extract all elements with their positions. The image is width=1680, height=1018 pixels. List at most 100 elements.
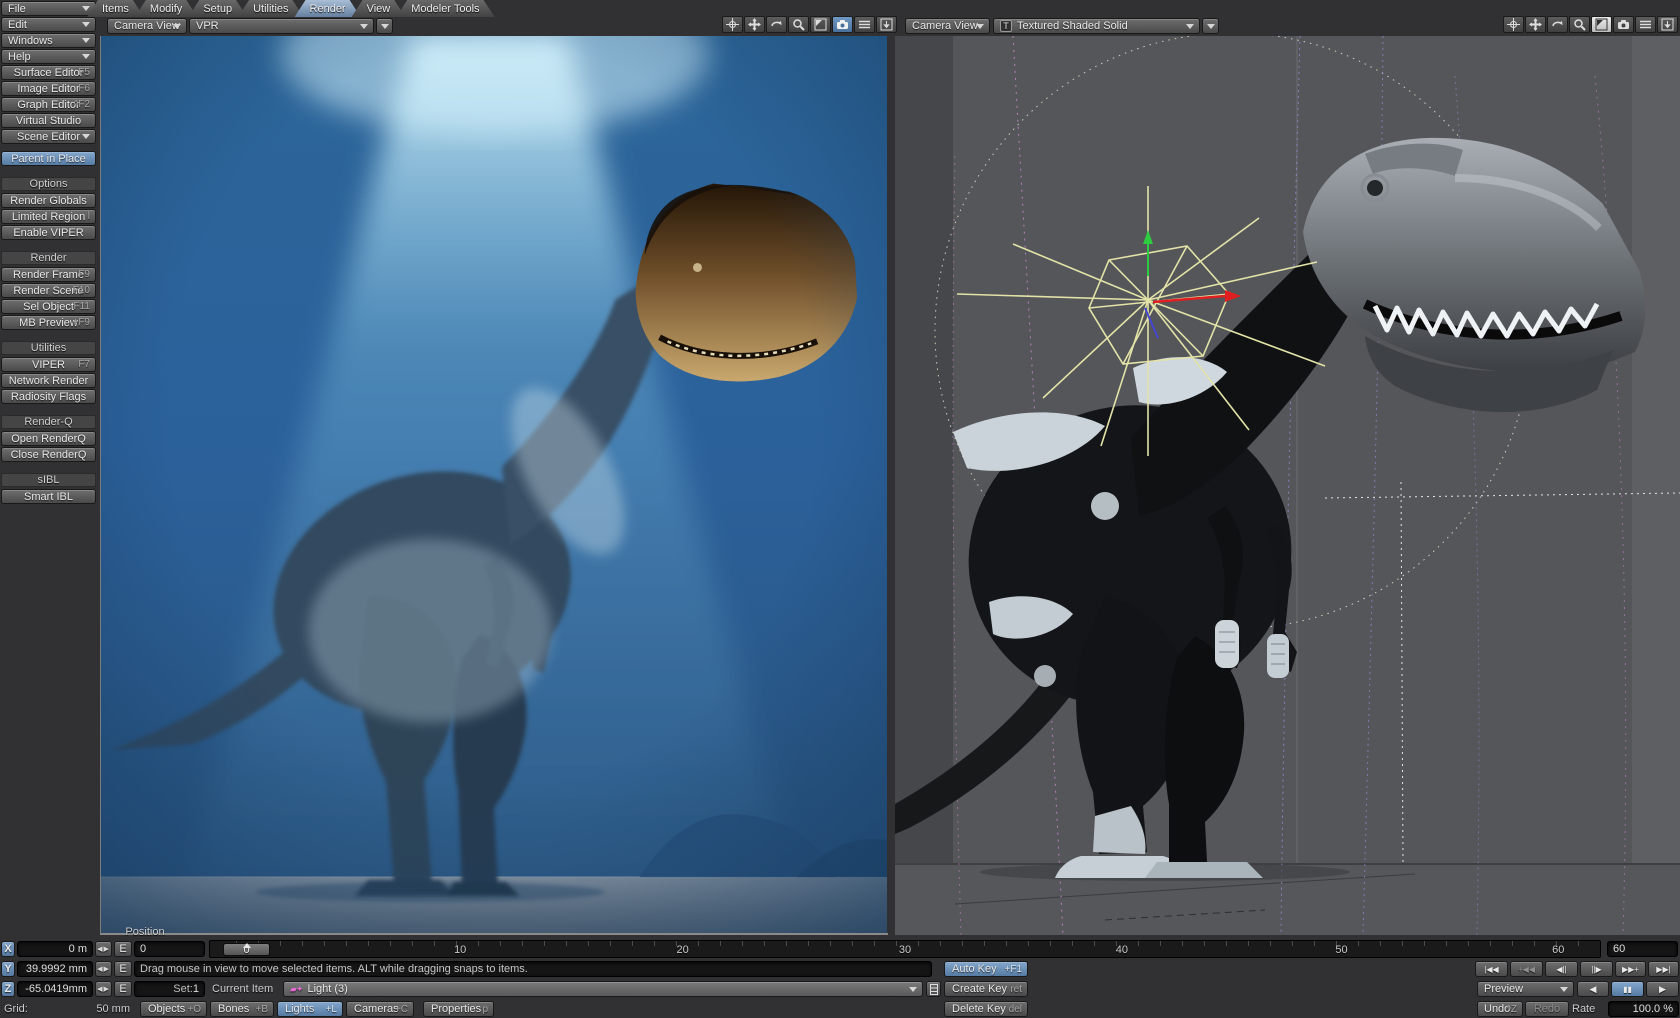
- step-back-button[interactable]: ◀||: [1545, 961, 1578, 977]
- position-y-field[interactable]: 39.9992 mm: [17, 961, 93, 977]
- z-envelope-button[interactable]: E: [114, 981, 132, 997]
- sidebar-item-radiosity-flags[interactable]: Radiosity Flags: [1, 389, 96, 404]
- chevron-down-icon: [909, 987, 917, 992]
- snapshot-icon[interactable]: [876, 16, 897, 33]
- go-to-end-button[interactable]: ▶▶|: [1648, 961, 1679, 977]
- sidebar-item-image-editor[interactable]: Image EditorF6: [1, 81, 96, 96]
- tab-utilities[interactable]: Utilities: [238, 0, 303, 17]
- x-envelope-button[interactable]: E: [114, 941, 132, 957]
- field-value: 60: [1613, 943, 1625, 955]
- position-z-field[interactable]: -65.0419mm: [17, 981, 93, 997]
- item-tab-bones[interactable]: Bones+B: [210, 1001, 274, 1017]
- sidebar-item-render-globals[interactable]: Render Globals: [1, 193, 96, 208]
- button-label: Open RenderQ: [11, 433, 86, 445]
- sidebar-item-mb-preview[interactable]: MB Preview+F9: [1, 315, 96, 330]
- frame-slider-handle[interactable]: 0: [223, 943, 270, 956]
- menu-file[interactable]: File: [1, 1, 96, 16]
- pan-view-icon[interactable]: [1525, 16, 1546, 33]
- menu-help[interactable]: Help: [1, 49, 96, 64]
- left-viewport-shading-select[interactable]: VPR: [189, 18, 374, 34]
- tab-label: View: [367, 3, 391, 15]
- z-stepper[interactable]: ◀▶: [95, 981, 112, 997]
- preview-dropdown[interactable]: Preview: [1477, 981, 1574, 997]
- sidebar-item-scene-editor[interactable]: Scene Editor: [1, 129, 96, 144]
- sidebar-item-render-frame[interactable]: Render FrameF9: [1, 267, 96, 282]
- axis-y-toggle[interactable]: Y: [1, 961, 15, 977]
- zoom-view-icon[interactable]: [1569, 16, 1590, 33]
- camera-icon[interactable]: [1613, 16, 1634, 33]
- play-button[interactable]: ▶: [1646, 981, 1679, 997]
- delete-key-button[interactable]: Delete Keydel: [944, 1001, 1028, 1017]
- dope-track-toggle[interactable]: [926, 981, 941, 997]
- sidebar-item-network-render[interactable]: Network Render: [1, 373, 96, 388]
- tab-modeler-tools[interactable]: Modeler Tools: [396, 0, 494, 17]
- step-forward-button[interactable]: ||▶: [1580, 961, 1613, 977]
- go-to-start-button[interactable]: |◀◀: [1475, 961, 1508, 977]
- maximize-viewport-icon[interactable]: [1591, 16, 1612, 33]
- y-envelope-button[interactable]: E: [114, 961, 132, 977]
- sidebar-item-surface-editor[interactable]: Surface EditorF5: [1, 65, 96, 80]
- pause-button[interactable]: ▮▮: [1611, 981, 1644, 997]
- rotate-view-icon[interactable]: [766, 16, 787, 33]
- timeline-ruler[interactable]: 0 10 20 30 40 50 60: [209, 940, 1601, 958]
- item-tab-lights[interactable]: Lights+L: [277, 1001, 343, 1017]
- left-viewport-options-dropdown[interactable]: [376, 18, 393, 34]
- x-stepper[interactable]: ◀▶: [95, 941, 112, 957]
- y-stepper[interactable]: ◀▶: [95, 961, 112, 977]
- maximize-viewport-icon[interactable]: [810, 16, 831, 33]
- sidebar-item-sel-object[interactable]: Sel ObjectF11: [1, 299, 96, 314]
- sidebar-item-limited-region[interactable]: Limited Regionl: [1, 209, 96, 224]
- right-viewport-options-dropdown[interactable]: [1202, 18, 1219, 34]
- properties-button[interactable]: Propertiesp: [423, 1001, 494, 1017]
- sidebar-item-close-renderq[interactable]: Close RenderQ: [1, 447, 96, 462]
- tab-setup[interactable]: Setup: [188, 0, 247, 17]
- right-viewport-canvas[interactable]: [895, 36, 1680, 935]
- menu-windows[interactable]: Windows: [1, 33, 96, 48]
- list-menu-icon[interactable]: [1635, 16, 1656, 33]
- set-field[interactable]: Set:1: [134, 981, 205, 997]
- rate-field[interactable]: 100.0 %: [1608, 1001, 1679, 1017]
- item-tab-objects[interactable]: Objects+O: [140, 1001, 207, 1017]
- sidebar-item-viper[interactable]: VIPERF7: [1, 357, 96, 372]
- left-viewport-canvas[interactable]: [100, 36, 888, 935]
- next-key-button[interactable]: ▶▶+: [1615, 961, 1646, 977]
- prev-key-button[interactable]: +◀◀: [1510, 961, 1543, 977]
- pan-view-icon[interactable]: [744, 16, 765, 33]
- tab-render[interactable]: Render: [295, 0, 361, 17]
- right-viewport-view-select[interactable]: Camera View: [905, 18, 990, 34]
- snapshot-icon[interactable]: [1657, 16, 1678, 33]
- axis-z-toggle[interactable]: Z: [1, 981, 15, 997]
- sidebar-item-graph-editor[interactable]: Graph Editor^F2: [1, 97, 96, 112]
- sidebar-item-smart-ibl[interactable]: Smart IBL: [1, 489, 96, 504]
- undo-button[interactable]: Undo^Z: [1477, 1001, 1523, 1017]
- create-key-button[interactable]: Create Keyret: [944, 981, 1028, 997]
- redo-button[interactable]: Redo: [1525, 1001, 1569, 1017]
- zoom-view-icon[interactable]: [788, 16, 809, 33]
- item-tab-cameras[interactable]: Cameras+C: [346, 1001, 414, 1017]
- axis-x-toggle[interactable]: X: [1, 941, 15, 957]
- current-frame-field[interactable]: 0: [134, 941, 205, 957]
- position-x-field[interactable]: 0 m: [17, 941, 93, 957]
- tab-modify[interactable]: Modify: [135, 0, 197, 17]
- transport-glyph: ◀||: [1556, 965, 1566, 974]
- sidebar-item-render-scene[interactable]: Render SceneF10: [1, 283, 96, 298]
- tab-view[interactable]: View: [352, 0, 406, 17]
- tab-items[interactable]: Items: [87, 0, 144, 17]
- list-menu-icon[interactable]: [854, 16, 875, 33]
- right-viewport-shading-select[interactable]: T Textured Shaded Solid: [993, 18, 1200, 34]
- last-frame-field[interactable]: 60: [1607, 941, 1678, 957]
- sidebar-item-virtual-studio[interactable]: Virtual Studio: [1, 113, 96, 128]
- move-view-icon[interactable]: [722, 16, 743, 33]
- move-view-icon[interactable]: [1503, 16, 1524, 33]
- left-viewport-view-select[interactable]: Camera View: [107, 18, 187, 34]
- menu-label: File: [8, 3, 26, 15]
- play-reverse-button[interactable]: ◀: [1577, 981, 1609, 997]
- auto-key-button[interactable]: Auto Key+F1: [944, 961, 1028, 977]
- menu-edit[interactable]: Edit: [1, 17, 96, 32]
- current-item-dropdown[interactable]: ▰✦ Light (3): [283, 981, 923, 997]
- sidebar-item-open-renderq[interactable]: Open RenderQ: [1, 431, 96, 446]
- sidebar-item-parent-in-place[interactable]: Parent in Place: [1, 151, 96, 166]
- sidebar-item-enable-viper[interactable]: Enable VIPER: [1, 225, 96, 240]
- camera-icon[interactable]: [832, 16, 853, 33]
- rotate-view-icon[interactable]: [1547, 16, 1568, 33]
